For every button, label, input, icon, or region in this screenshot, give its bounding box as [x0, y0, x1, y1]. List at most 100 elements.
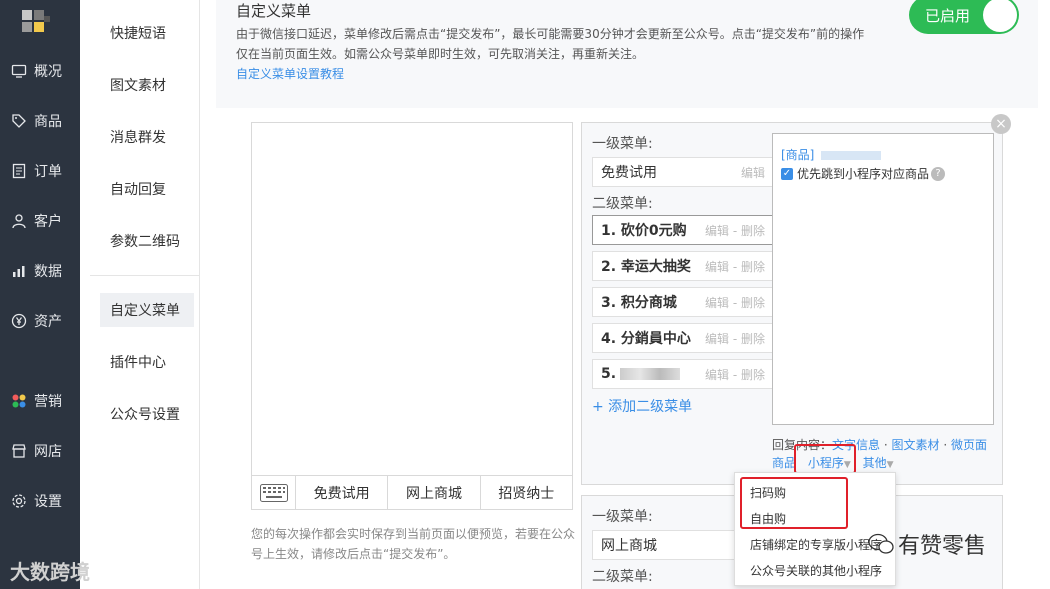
sub-item-broadcast[interactable]: 消息群发 [100, 120, 194, 154]
wechat-icon [868, 533, 894, 554]
reply-type-article[interactable]: 图文素材 [891, 438, 939, 452]
store-icon [10, 442, 28, 460]
tag-icon [10, 112, 28, 130]
level1-field[interactable]: 免费试用 编辑 [592, 157, 774, 187]
product-tag: [商品] [781, 148, 815, 162]
reply-type-other[interactable]: 其他 [863, 456, 887, 470]
phone-menu-bar: 免费试用 网上商城 招贤纳士 [252, 475, 572, 510]
main-nav: 概况 商品 订单 客户 数据 资产 营销 网店 设置 [0, 0, 80, 589]
nav-label: 网店 [34, 444, 62, 460]
notice-text: 由于微信接口延迟，菜单修改后需点击“提交发布”，最长可能需要30分钟才会更新至公… [236, 27, 865, 61]
reply-content-box[interactable]: [商品] ✓ 优先跳到小程序对应商品 ? [772, 133, 994, 425]
submenu-item[interactable]: 3. 积分商城 编辑 - 删除 [592, 287, 774, 317]
sub-item-quick-phrases[interactable]: 快捷短语 [100, 16, 194, 50]
nav-item-marketing[interactable]: 营销 [0, 386, 80, 416]
highlight-box [794, 444, 856, 474]
help-icon[interactable]: ? [931, 166, 946, 181]
sub-item-materials[interactable]: 图文素材 [100, 68, 194, 102]
checkbox-label: 优先跳到小程序对应商品 [797, 167, 930, 181]
dropdown-item-other-miniprogram[interactable]: 公众号关联的其他小程序 [750, 562, 882, 579]
watermark-right: 有赞零售 [868, 528, 986, 560]
highlight-box [740, 477, 848, 529]
preview-hint: 您的每次操作都会实时保存到当前页面以便预览，若要在公众号上生效，请修改后点击“提… [251, 527, 576, 561]
submenu-label: 4. 分銷員中心 [601, 331, 691, 347]
edit-delete-links[interactable]: 编辑 - 删除 [705, 258, 765, 275]
level1-label: 一级菜单: [592, 136, 653, 152]
submenu-label: 1. 砍价0元购 [601, 223, 687, 239]
blurred-text [620, 368, 681, 380]
gear-icon [10, 492, 28, 510]
nav-label: 概况 [34, 64, 62, 80]
phone-menu-online-store[interactable]: 网上商城 [388, 476, 481, 509]
sub-item-account-settings[interactable]: 公众号设置 [100, 397, 194, 431]
nav-label: 商品 [34, 114, 62, 130]
sub-item-auto-reply[interactable]: 自动回复 [100, 172, 194, 206]
phone-menu-free-trial[interactable]: 免费试用 [296, 476, 389, 509]
level1-field[interactable]: 网上商城 [592, 530, 742, 560]
nav-label: 数据 [34, 264, 62, 280]
bar-chart-icon [10, 262, 28, 280]
tutorial-link[interactable]: 自定义菜单设置教程 [236, 65, 344, 82]
phone-preview: 免费试用 网上商城 招贤纳士 [251, 122, 573, 510]
nav-label: 资产 [34, 314, 62, 330]
nav-item-overview[interactable]: 概况 [0, 56, 80, 86]
nav-item-orders[interactable]: 订单 [0, 156, 80, 186]
level1-value: 网上商城 [601, 538, 657, 554]
level2-label: 二级菜单: [592, 196, 653, 212]
watermark-right-text: 有赞零售 [898, 534, 987, 559]
nav-item-data[interactable]: 数据 [0, 256, 80, 286]
dropdown-item-exclusive-miniprogram[interactable]: 店铺绑定的专享版小程序 [750, 536, 882, 553]
person-icon [10, 212, 28, 230]
submenu-label: 3. 积分商城 [601, 295, 677, 311]
toggle-knob [983, 0, 1017, 32]
sub-nav: 快捷短语 图文素材 消息群发 自动回复 参数二维码 自定义菜单 插件中心 公众号… [80, 0, 200, 589]
nav-item-store[interactable]: 网店 [0, 436, 80, 466]
submenu-item[interactable]: 1. 砍价0元购 编辑 - 删除 [592, 215, 774, 245]
monitor-icon [10, 62, 28, 80]
reply-type-micropage[interactable]: 微页面 [951, 438, 987, 452]
yen-icon [10, 312, 28, 330]
edit-delete-links[interactable]: 编辑 - 删除 [705, 366, 765, 383]
level2-label: 二级菜单: [592, 569, 653, 585]
nav-item-assets[interactable]: 资产 [0, 306, 80, 336]
nav-item-customers[interactable]: 客户 [0, 206, 80, 236]
blurred-product-name [821, 151, 881, 160]
sub-item-custom-menu[interactable]: 自定义菜单 [100, 293, 194, 327]
app-logo[interactable] [16, 6, 54, 38]
page-title: 自定义菜单 [236, 2, 312, 20]
nav-label: 设置 [34, 494, 62, 510]
edit-link[interactable]: 编辑 [741, 164, 765, 181]
prefer-miniprogram-checkbox[interactable]: ✓ 优先跳到小程序对应商品 ? [781, 165, 946, 182]
add-submenu-link[interactable]: + 添加二级菜单 [592, 396, 692, 416]
enable-toggle[interactable]: 已启用 [909, 0, 1019, 34]
edit-delete-links[interactable]: 编辑 - 删除 [705, 330, 765, 347]
submenu-item[interactable]: 2. 幸运大抽奖 编辑 - 删除 [592, 251, 774, 281]
nav-item-settings[interactable]: 设置 [0, 486, 80, 516]
edit-delete-links[interactable]: 编辑 - 删除 [705, 222, 765, 239]
document-icon [10, 162, 28, 180]
sub-item-qrcode[interactable]: 参数二维码 [100, 224, 194, 258]
level1-value: 免费试用 [601, 165, 657, 181]
close-icon[interactable]: × [991, 114, 1011, 134]
submenu-label: 2. 幸运大抽奖 [601, 259, 691, 275]
watermark-left: 大数跨境 [10, 560, 90, 584]
nav-label: 营销 [34, 394, 62, 410]
nav-item-products[interactable]: 商品 [0, 106, 80, 136]
keyboard-icon[interactable] [252, 476, 296, 510]
nav-label: 订单 [34, 164, 62, 180]
reply-type-product[interactable]: 商品 [772, 456, 796, 470]
submenu-item[interactable]: 5. 编辑 - 删除 [592, 359, 774, 389]
toggle-label: 已启用 [925, 7, 971, 25]
sub-item-plugins[interactable]: 插件中心 [100, 345, 194, 379]
submenu-item[interactable]: 4. 分銷員中心 编辑 - 删除 [592, 323, 774, 353]
nav-label: 客户 [34, 214, 62, 230]
checkbox-checked-icon: ✓ [781, 167, 793, 180]
phone-menu-recruit[interactable]: 招贤纳士 [481, 476, 572, 509]
colorful-dots-icon [10, 392, 28, 410]
edit-delete-links[interactable]: 编辑 - 删除 [705, 294, 765, 311]
submenu-label: 5. [601, 366, 617, 382]
divider [90, 275, 199, 276]
level1-label: 一级菜单: [592, 509, 653, 525]
chevron-down-icon: ▼ [886, 460, 894, 470]
notice-panel: 自定义菜单 由于微信接口延迟，菜单修改后需点击“提交发布”，最长可能需要30分钟… [216, 0, 1038, 108]
